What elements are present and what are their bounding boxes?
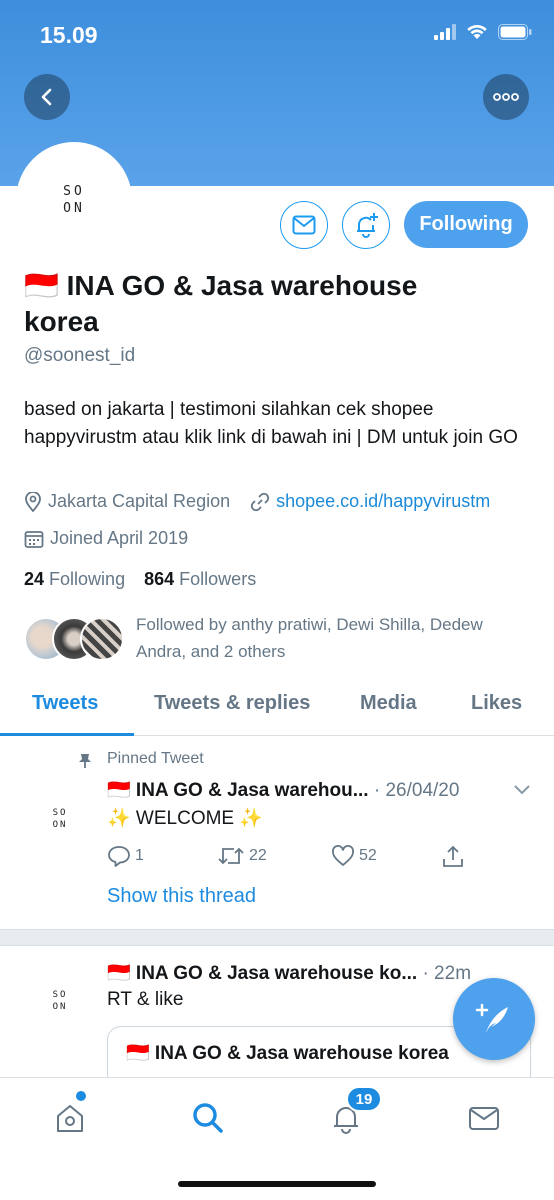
tweet-header: 🇮🇩 INA GO & Jasa warehou... · 26/04/20: [107, 778, 459, 802]
notifications-toggle-button[interactable]: [342, 201, 390, 249]
active-tab-indicator: [0, 733, 134, 736]
chevron-down-icon[interactable]: [513, 784, 531, 796]
profile-bio: based on jakarta | testimoni silahkan ce…: [24, 399, 518, 448]
tab-likes[interactable]: Likes: [471, 692, 522, 715]
following-count: 24: [24, 569, 45, 589]
battery-icon: [498, 24, 532, 40]
bell-plus-icon: [357, 213, 378, 238]
tweet-text: RT & like: [107, 989, 184, 1010]
tweet-separator: [0, 929, 554, 946]
nav-search[interactable]: [188, 1098, 228, 1138]
profile-name: 🇮🇩 INA GO & Jasa warehouse korea: [24, 268, 444, 340]
profile-joined-date: Joined April 2019: [50, 528, 189, 548]
message-button[interactable]: [280, 201, 328, 249]
location-pin-icon: [25, 491, 41, 512]
more-options-button[interactable]: [483, 74, 529, 120]
avatar-logo-text: SO ON: [63, 184, 85, 216]
joined-row: Joined April 2019: [24, 528, 188, 549]
nav-messages[interactable]: [464, 1098, 504, 1138]
tweet-time: · 22m: [422, 963, 472, 984]
heart-icon: [332, 845, 354, 866]
tweet-date: · 26/04/20: [373, 780, 460, 801]
feather-plus-icon: [475, 1003, 508, 1033]
reply-button[interactable]: 1: [107, 845, 144, 867]
back-button[interactable]: [24, 74, 70, 120]
home-new-indicator: [76, 1091, 86, 1101]
reply-count: 1: [135, 847, 144, 864]
status-bar: 15.09: [0, 0, 554, 64]
more-horizontal-icon: [493, 93, 519, 101]
followed-by-avatars[interactable]: [24, 617, 128, 661]
home-indicator[interactable]: [178, 1181, 376, 1187]
retweet-icon: [218, 847, 244, 865]
profile-website-link[interactable]: shopee.co.id/happyvirustm: [276, 491, 490, 512]
search-icon: [193, 1103, 223, 1133]
followers-label: Followers: [179, 569, 257, 589]
followed-by-text[interactable]: Followed by anthy pratiwi, Dewi Shilla, …: [136, 611, 536, 665]
avatar-logo-text: SO ON: [52, 990, 68, 1012]
profile-location: Jakarta Capital Region: [48, 491, 231, 511]
cellular-signal-icon: [434, 24, 456, 40]
following-count-link[interactable]: 24 Following: [24, 569, 130, 589]
home-icon: [57, 1105, 83, 1132]
calendar-icon: [24, 530, 44, 548]
tweet-actions: 1 22 52: [107, 845, 487, 873]
like-count: 52: [359, 847, 377, 864]
quoted-tweet-author: 🇮🇩 INA GO & Jasa warehouse korea: [126, 1043, 449, 1064]
tab-tweets[interactable]: Tweets: [32, 692, 98, 715]
profile-tabs: Tweets Tweets & replies Media Likes: [0, 680, 554, 736]
tab-tweets-and-replies[interactable]: Tweets & replies: [154, 692, 310, 715]
share-icon: [443, 845, 463, 867]
tab-media[interactable]: Media: [360, 692, 417, 715]
tweet-author-avatar[interactable]: SO ON: [38, 979, 82, 1023]
reply-icon: [108, 846, 130, 867]
profile-handle: @soonest_id: [24, 345, 136, 366]
following-button[interactable]: Following: [404, 201, 528, 248]
compose-tweet-button[interactable]: [453, 978, 535, 1060]
profile-name-text: INA GO & Jasa warehouse korea: [24, 270, 418, 337]
following-label: Following: [49, 569, 126, 589]
nav-home[interactable]: [50, 1098, 90, 1138]
chevron-left-icon: [41, 88, 52, 106]
follower-avatar-3: [80, 617, 124, 661]
tweet-author-name[interactable]: 🇮🇩 INA GO & Jasa warehou...: [107, 780, 369, 801]
profile-meta-row: Jakarta Capital Region shopee.co.id/happ…: [24, 491, 490, 512]
pin-icon: [79, 754, 91, 768]
status-time: 15.09: [40, 22, 98, 48]
pinned-tweet-label: Pinned Tweet: [107, 750, 204, 767]
avatar-logo-text: SO ON: [52, 808, 68, 830]
link-icon: [250, 492, 270, 511]
followers-count-link[interactable]: 864 Followers: [144, 569, 256, 589]
profile-avatar[interactable]: SO ON: [16, 142, 132, 258]
retweet-count: 22: [249, 847, 267, 864]
flag-indonesia: 🇮🇩: [24, 270, 59, 301]
follow-counts: 24 Following 864 Followers: [24, 569, 256, 590]
envelope-icon: [292, 215, 316, 235]
tweet-author-name[interactable]: 🇮🇩 INA GO & Jasa warehouse ko...: [107, 963, 417, 984]
notifications-badge: 19: [346, 1086, 382, 1112]
wifi-icon: [467, 24, 487, 39]
show-thread-link[interactable]: Show this thread: [107, 885, 256, 908]
tweet-header: 🇮🇩 INA GO & Jasa warehouse ko... · 22m: [107, 961, 471, 985]
share-button[interactable]: [441, 845, 469, 869]
retweet-button[interactable]: 22: [217, 845, 267, 867]
tweet-text: ✨ WELCOME ✨: [107, 808, 264, 829]
followers-count: 864: [144, 569, 175, 589]
tweet-author-avatar[interactable]: SO ON: [38, 797, 82, 841]
like-button[interactable]: 52: [331, 845, 377, 867]
envelope-icon: [469, 1107, 499, 1130]
